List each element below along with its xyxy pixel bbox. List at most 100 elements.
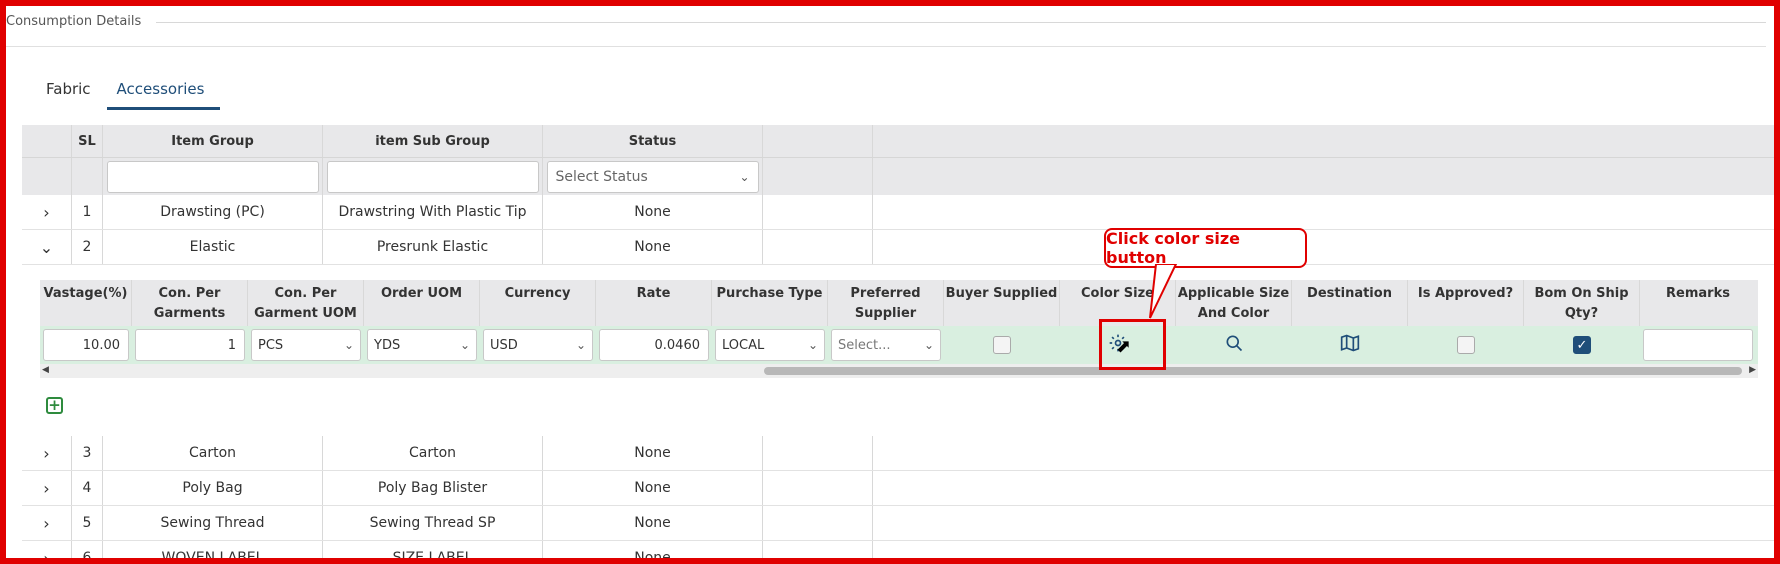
header-text-line: And Color: [1197, 306, 1270, 321]
row-item-group: Carton: [103, 436, 323, 470]
header-buyer-supplied: Buyer Supplied: [944, 280, 1060, 326]
table-row[interactable]: › 3 Carton Carton None: [22, 436, 1774, 471]
row-item-sub-group: Presrunk Elastic: [323, 230, 543, 264]
chevron-right-icon: ›: [43, 202, 50, 222]
chevron-down-icon: ⌄: [459, 338, 470, 352]
row-sl: 1: [72, 195, 103, 229]
row-sl: 6: [72, 541, 103, 558]
header-text-line: Preferred: [850, 286, 921, 301]
header-text-line: Con. Per: [274, 286, 337, 301]
header-rate: Rate: [596, 280, 712, 326]
con-uom-value: PCS: [258, 337, 284, 353]
remarks-input[interactable]: [1643, 329, 1753, 361]
expand-row-button[interactable]: ›: [22, 506, 72, 540]
filter-spacer-sl: [72, 158, 103, 195]
row-blank: [763, 436, 873, 470]
header-sl: SL: [72, 125, 103, 157]
row-filler: [873, 541, 1774, 558]
filter-item-group-cell: [103, 158, 323, 195]
order-uom-value: YDS: [374, 337, 401, 353]
filter-spacer: [22, 158, 72, 195]
wastage-input[interactable]: 10.00: [43, 329, 129, 361]
status-filter-placeholder: Select Status: [555, 168, 648, 185]
scroll-left-icon[interactable]: ◀: [42, 365, 49, 375]
callout-label: Click color size button: [1104, 228, 1307, 268]
header-remarks: Remarks: [1666, 286, 1730, 301]
detail-data-row: 10.00 1 PCS ⌄ YDS ⌄ USD ⌄ 0.0460 LOCAL ⌄ Sel…: [40, 326, 1758, 364]
horizontal-scrollbar[interactable]: ◀ ▶: [40, 364, 1758, 378]
chevron-down-icon: ⌄: [575, 338, 586, 352]
mouse-cursor-icon: ⬈: [1116, 336, 1132, 357]
header-applicable-size-color: Applicable Size And Color: [1176, 280, 1292, 326]
preferred-supplier-placeholder: Select...: [838, 337, 891, 353]
row-filler: [873, 230, 1774, 264]
status-filter-select[interactable]: Select Status ⌄: [546, 160, 759, 193]
expand-row-button[interactable]: ›: [22, 436, 72, 470]
chevron-right-icon: ›: [43, 478, 50, 498]
fieldset-border: [156, 22, 1766, 23]
tab-fabric[interactable]: Fabric: [36, 74, 107, 110]
table-row[interactable]: › 1 Drawsting (PC) Drawstring With Plast…: [22, 195, 1774, 230]
currency-select[interactable]: USD ⌄: [483, 329, 593, 361]
table-row[interactable]: ⌄ 2 Elastic Presrunk Elastic None: [22, 230, 1774, 265]
chevron-down-icon: ⌄: [807, 338, 818, 352]
row-item-sub-group: Sewing Thread SP: [323, 506, 543, 540]
expand-row-button[interactable]: ›: [22, 195, 72, 229]
row-filler: [873, 436, 1774, 470]
header-order-uom: Order UOM: [364, 280, 480, 326]
scroll-right-icon[interactable]: ▶: [1749, 365, 1756, 375]
grid-filter-row: Select Status ⌄: [22, 157, 1774, 195]
header-filler: [873, 125, 1774, 157]
rate-input[interactable]: 0.0460: [599, 329, 709, 361]
purchase-type-select[interactable]: LOCAL ⌄: [715, 329, 825, 361]
item-group-filter-input[interactable]: [106, 160, 319, 193]
expand-row-button[interactable]: ›: [22, 471, 72, 505]
collapse-row-button[interactable]: ⌄: [22, 230, 72, 264]
accessories-grid-continued: › 3 Carton Carton None › 4 Poly Bag Poly…: [22, 436, 1774, 558]
chevron-right-icon: ›: [43, 443, 50, 463]
expand-row-button[interactable]: ›: [22, 541, 72, 558]
con-per-garments-input[interactable]: 1: [135, 329, 245, 361]
is-approved-checkbox[interactable]: [1457, 336, 1475, 354]
header-purchase-type: Purchase Type: [712, 280, 828, 326]
row-item-group: Poly Bag: [103, 471, 323, 505]
tab-accessories[interactable]: Accessories: [106, 74, 221, 110]
header-currency: Currency: [480, 280, 596, 326]
table-row[interactable]: › 5 Sewing Thread Sewing Thread SP None: [22, 506, 1774, 541]
row-blank: [763, 471, 873, 505]
bom-on-ship-qty-checkbox[interactable]: ✓: [1573, 336, 1591, 354]
map-icon[interactable]: [1340, 333, 1360, 357]
header-text-line: Supplier: [854, 306, 917, 321]
item-sub-group-filter-input[interactable]: [326, 160, 539, 193]
preferred-supplier-select[interactable]: Select... ⌄: [831, 329, 941, 361]
con-uom-select[interactable]: PCS ⌄: [251, 329, 361, 361]
filter-filler: [873, 158, 1774, 195]
table-row[interactable]: › 6 WOVEN LABEL SIZE LABEL None: [22, 541, 1774, 558]
header-blank: [763, 125, 873, 157]
search-icon[interactable]: [1224, 333, 1244, 357]
header-text-line: Qty?: [1564, 306, 1599, 321]
row-status: None: [543, 195, 763, 229]
chevron-down-icon: ⌄: [39, 237, 54, 257]
row-item-group: Sewing Thread: [103, 506, 323, 540]
row-status: None: [543, 541, 763, 558]
row-blank: [763, 506, 873, 540]
detail-grid: Vastage(%) Con. Per Garments Con. Per Garm…: [40, 280, 1758, 364]
row-sl: 5: [72, 506, 103, 540]
detail-header-row: Vastage(%) Con. Per Garments Con. Per Garm…: [40, 280, 1758, 326]
plus-square-icon[interactable]: +: [46, 397, 63, 414]
chevron-right-icon: ›: [43, 513, 50, 533]
header-item-sub-group: item Sub Group: [323, 125, 543, 157]
header-text-line: Garments: [153, 306, 226, 321]
buyer-supplied-checkbox[interactable]: [993, 336, 1011, 354]
currency-value: USD: [490, 337, 518, 353]
table-row[interactable]: › 4 Poly Bag Poly Bag Blister None: [22, 471, 1774, 506]
header-status: Status: [543, 125, 763, 157]
grid-header-row: SL Item Group item Sub Group Status: [22, 125, 1774, 157]
scrollbar-thumb[interactable]: [764, 367, 1742, 375]
chevron-down-icon: ⌄: [343, 338, 354, 352]
row-item-sub-group: Poly Bag Blister: [323, 471, 543, 505]
row-item-sub-group: SIZE LABEL: [323, 541, 543, 558]
row-status: None: [543, 436, 763, 470]
order-uom-select[interactable]: YDS ⌄: [367, 329, 477, 361]
